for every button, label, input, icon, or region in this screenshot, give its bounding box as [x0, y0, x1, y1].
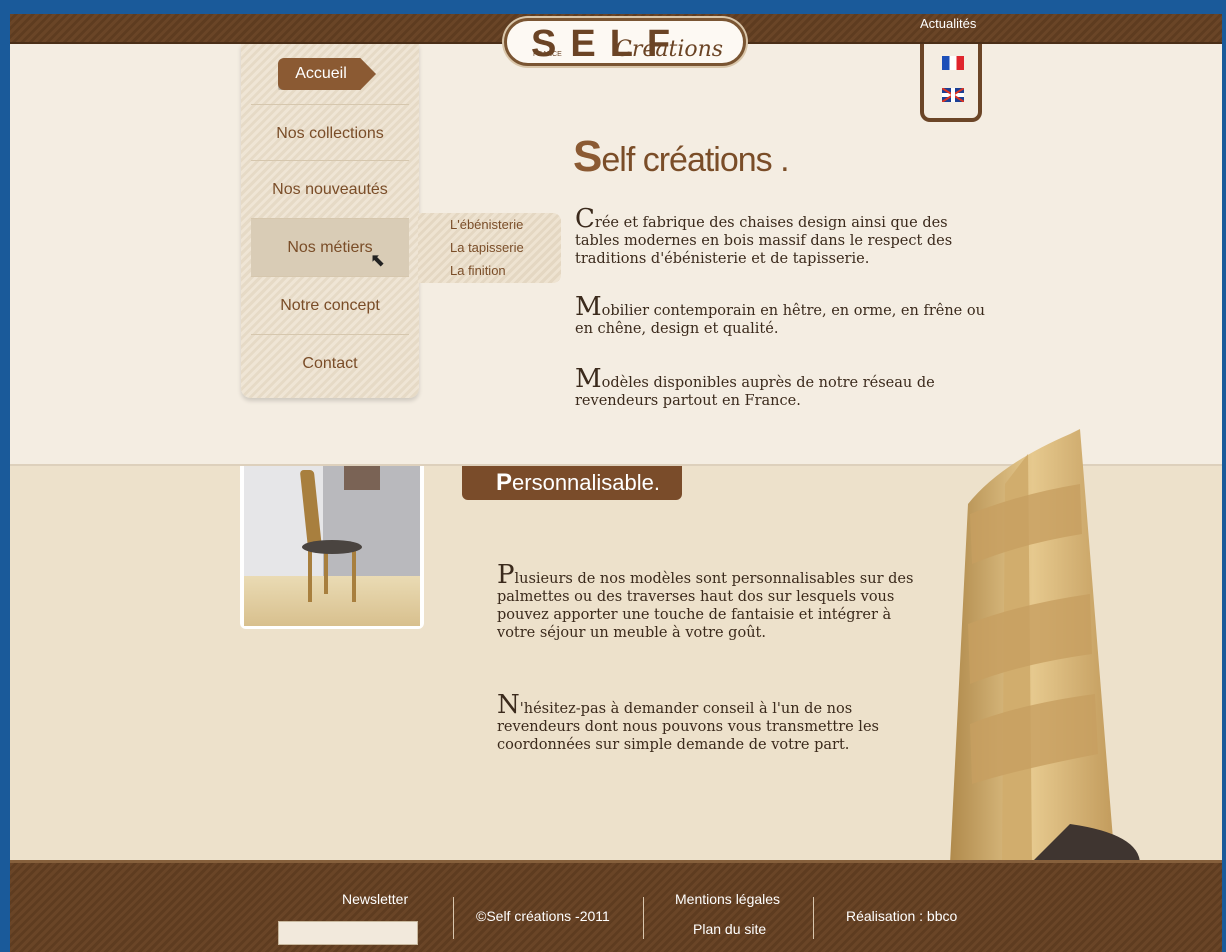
news-link[interactable]: Actualités	[920, 16, 976, 31]
newsletter-input[interactable]	[278, 921, 418, 945]
main-nav: Accueil Nos collections Nos nouveautés N…	[241, 44, 419, 398]
copyright-text: ©Self créations -2011	[476, 908, 610, 924]
flag-uk-icon[interactable]	[942, 88, 964, 102]
sitemap-link[interactable]: Plan du site	[693, 921, 766, 937]
intro-title-cap: S	[573, 132, 602, 181]
intro-paragraph: Modèles disponibles auprès de notre rése…	[575, 364, 935, 409]
logo-country-text: FRANCE	[533, 51, 562, 58]
intro-paragraph: Crée et fabrique des chaises design ains…	[575, 204, 953, 267]
nav-item-contact[interactable]: Contact	[251, 334, 409, 392]
submenu-item-tapisserie[interactable]: La tapisserie	[450, 236, 561, 259]
banner-rest: ersonnalisable.	[512, 470, 660, 495]
credit-link[interactable]: Réalisation : bbco	[846, 908, 957, 924]
submenu-item-ebenisterie[interactable]: L'ébénisterie	[450, 213, 561, 236]
nav-item-concept[interactable]: Notre concept	[251, 276, 409, 334]
newsletter-label: Newsletter	[342, 891, 409, 907]
legal-link[interactable]: Mentions légales	[675, 891, 780, 907]
intro-title: Self créations .	[573, 132, 790, 182]
nav-item-nouveautes[interactable]: Nos nouveautés	[251, 160, 409, 218]
nav-item-metiers[interactable]: Nos métiers	[251, 218, 409, 276]
nav-home-button[interactable]: Accueil	[278, 58, 376, 90]
flag-fr-icon[interactable]	[942, 56, 964, 70]
intro-paragraph: Mobilier contemporain en hêtre, en orme,…	[575, 292, 985, 337]
footer: Newsletter ©Self créations -2011 Mention…	[10, 860, 1222, 952]
metiers-submenu: L'ébénisterie La tapisserie La finition	[418, 213, 561, 283]
section-paragraph: N'hésitez-pas à demander conseil à l'un …	[497, 690, 879, 753]
page-frame: Actualités SELF Créations FRANCE Accueil…	[10, 14, 1222, 952]
chair-photo	[240, 466, 424, 629]
intro-title-rest: elf créations .	[601, 141, 789, 179]
nav-item-collections[interactable]: Nos collections	[251, 104, 409, 162]
mouse-pointer-icon: ⬉	[370, 250, 386, 271]
logo-script-text: Créations	[615, 37, 724, 62]
language-switcher	[920, 44, 982, 122]
site-logo[interactable]: SELF Créations FRANCE	[504, 18, 746, 66]
section-banner: Personnalisable.	[462, 466, 682, 500]
banner-cap: P	[496, 469, 513, 496]
submenu-item-finition[interactable]: La finition	[450, 259, 561, 282]
section-paragraph: Plusieurs de nos modèles sont personnali…	[497, 560, 914, 641]
chair-illustration	[950, 429, 1140, 864]
